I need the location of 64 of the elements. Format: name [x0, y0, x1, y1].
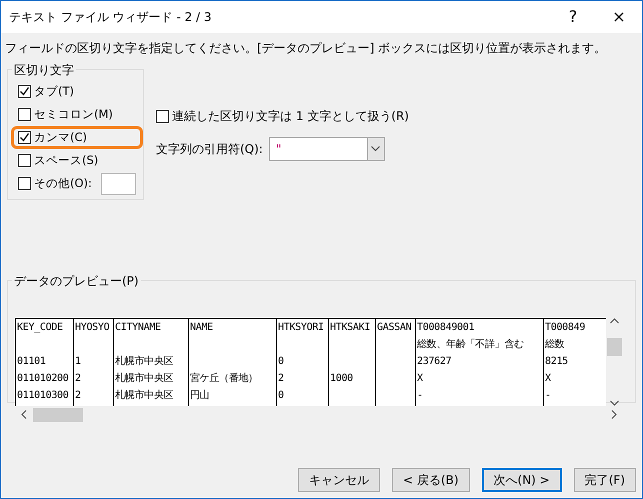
preview-cell-text: 2 [278, 372, 285, 386]
preview-cell-text: 札幌市中央区 [115, 372, 174, 386]
checkbox-label[interactable]: その他(O): [34, 174, 92, 192]
checkbox[interactable] [18, 177, 31, 190]
scroll-left-icon[interactable] [21, 410, 27, 419]
preview-cell-text: - [545, 389, 552, 403]
preview-cell-text: T000849001 [417, 321, 476, 335]
preview-cell-text: GASSAN [377, 321, 412, 335]
preview-cell-text: X [417, 372, 424, 386]
preview-cell-text: 01101 [17, 355, 47, 369]
scroll-up-icon[interactable] [610, 318, 619, 324]
preview-cell-text: T000849 [545, 321, 586, 335]
checkbox[interactable] [156, 110, 169, 122]
preview-cell-text: 札幌市中央区 [115, 388, 174, 403]
preview-cell-text: 011010200 [17, 372, 70, 386]
preview-cell-text: HTKSAKI [330, 321, 372, 335]
checkbox-label[interactable]: カンマ(C) [34, 128, 88, 146]
preview-cell-text: 0 [278, 355, 285, 369]
close-button[interactable]: × [596, 5, 642, 29]
wizard-button[interactable]: < 戻る(B) [392, 468, 470, 492]
preview-cell-text: 円山 [190, 388, 210, 403]
preview-cell-text: NAME [190, 321, 214, 335]
checkbox-label[interactable]: セミコロン(M) [34, 106, 113, 124]
window-title: テキスト ファイル ウィザード - 2 / 3 [9, 9, 213, 26]
preview-cell-text: - [417, 389, 424, 403]
checkbox[interactable] [18, 131, 31, 144]
preview-cell-text: HYOSYO [75, 321, 110, 335]
wizard-button[interactable]: キャンセル [298, 468, 380, 492]
preview-cell-text: 8215 [545, 355, 569, 369]
group-title: 区切り文字 [12, 61, 76, 79]
help-button[interactable]: ? [550, 5, 596, 29]
preview-cell-text: 2 [75, 372, 82, 386]
checkbox-label[interactable]: スペース(S) [34, 152, 98, 170]
preview-cell-text: 0 [278, 389, 285, 403]
wizard-button[interactable]: 次へ(N) > [482, 468, 562, 492]
preview-cell-text: 1000 [330, 372, 354, 386]
instruction-text: フィールドの区切り文字を指定してください。[データのプレビュー] ボックスには区切り位置が表示されます。 [5, 40, 608, 57]
preview-cell-text: 宮ケ丘（番地） [190, 372, 259, 386]
checkbox-label[interactable]: 連続した区切り文字は 1 文字として扱う(R) [172, 107, 409, 125]
wizard-button[interactable]: 完了(F) [574, 468, 636, 492]
other-input-field[interactable] [100, 172, 136, 194]
preview-cell-text: 札幌市中央区 [115, 354, 174, 369]
preview-cell-text: 011010300 [17, 389, 70, 403]
checkbox[interactable] [18, 154, 31, 167]
preview-cell-text: HTKSYORI [278, 321, 325, 335]
scroll-down-icon[interactable] [610, 400, 619, 406]
checkbox[interactable] [18, 108, 31, 121]
preview-cell-text: KEY_CODE [17, 321, 64, 335]
preview-cell-text: CITYNAME [115, 321, 162, 335]
field-label: 文字列の引用符(Q): [156, 141, 263, 158]
chevron-down-icon [371, 146, 380, 152]
preview-cell-text: 2 [75, 389, 82, 403]
quote-dropdown[interactable]: " [268, 137, 385, 161]
preview-cell-text: 総数、年齢「不詳」含む [417, 338, 525, 352]
checkbox-label[interactable]: タブ(T) [34, 82, 74, 100]
scrollbar-thumb[interactable] [33, 408, 83, 422]
preview-cell-text: 237627 [417, 355, 452, 369]
scroll-right-icon[interactable] [611, 410, 617, 419]
scrollbar-thumb[interactable] [607, 338, 622, 356]
group-title: データのプレビュー(P) [12, 272, 141, 290]
preview-cell-text: 総数 [545, 338, 566, 352]
preview-cell-text: 1 [75, 355, 82, 369]
preview-cell-text: X [545, 372, 552, 386]
checkbox[interactable] [18, 85, 31, 98]
